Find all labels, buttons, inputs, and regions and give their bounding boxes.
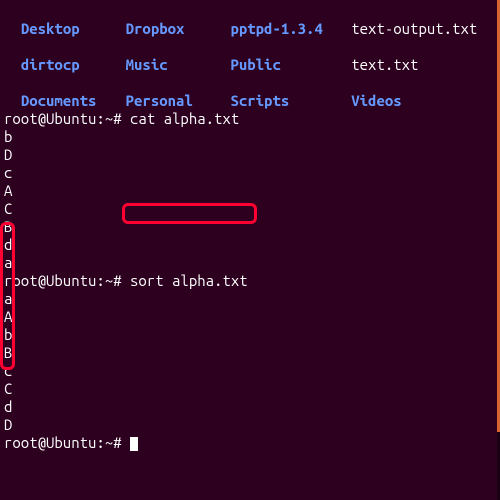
cursor-icon xyxy=(130,437,138,451)
ls-dir: Documents xyxy=(21,92,109,110)
ls-dir: Personal xyxy=(126,92,214,110)
ls-row: Documents Personal Scripts Videos xyxy=(4,74,496,110)
prompt-symbol: # xyxy=(113,272,121,289)
command-cat: cat alpha.txt xyxy=(130,110,239,127)
ls-dir: Public xyxy=(230,56,334,74)
sort-output-line: b xyxy=(4,326,496,344)
sort-output-line: D xyxy=(4,416,496,434)
ls-dir: dirtocp xyxy=(21,56,109,74)
cat-output-line: D xyxy=(4,146,496,164)
prompt-symbol: # xyxy=(113,434,121,451)
ls-file: text-output.txt xyxy=(351,20,477,38)
prompt-path: ~ xyxy=(105,110,113,127)
cat-output-line: a xyxy=(4,254,496,272)
ls-row: dirtocp Music Public text.txt xyxy=(4,38,496,74)
sort-output-line: B xyxy=(4,344,496,362)
ls-dir: Dropbox xyxy=(126,20,214,38)
prompt-user: root@Ubuntu xyxy=(4,272,96,289)
prompt-user: root@Ubuntu xyxy=(4,110,96,127)
ls-dir: pptpd-1.3.4 xyxy=(230,20,334,38)
ls-file: text.txt xyxy=(351,56,439,74)
cat-output-line: d xyxy=(4,236,496,254)
cat-output-line: B xyxy=(4,218,496,236)
prompt-line-idle[interactable]: root@Ubuntu:~# xyxy=(4,434,496,452)
prompt-path: ~ xyxy=(105,272,113,289)
sort-output-line: C xyxy=(4,380,496,398)
ls-dir: Desktop xyxy=(21,20,109,38)
sort-output-line: a xyxy=(4,290,496,308)
sort-output-line: d xyxy=(4,398,496,416)
cat-output-line: c xyxy=(4,164,496,182)
prompt-path: ~ xyxy=(105,434,113,451)
prompt-line-cat[interactable]: root@Ubuntu:~# cat alpha.txt xyxy=(4,110,496,128)
sort-output-line: c xyxy=(4,362,496,380)
cat-output-line: b xyxy=(4,128,496,146)
ls-row: Desktop Dropbox pptpd-1.3.4 text-output.… xyxy=(4,2,496,38)
ls-dir: Music xyxy=(126,56,214,74)
cat-output-line: A xyxy=(4,182,496,200)
command-sort: sort alpha.txt xyxy=(130,272,248,289)
prompt-symbol: # xyxy=(113,110,121,127)
prompt-line-sort[interactable]: root@Ubuntu:~# sort alpha.txt xyxy=(4,272,496,290)
prompt-user: root@Ubuntu xyxy=(4,434,96,451)
ls-dir: Videos xyxy=(351,92,439,110)
sort-output-line: A xyxy=(4,308,496,326)
ls-dir: Scripts xyxy=(230,92,334,110)
cat-output-line: C xyxy=(4,200,496,218)
